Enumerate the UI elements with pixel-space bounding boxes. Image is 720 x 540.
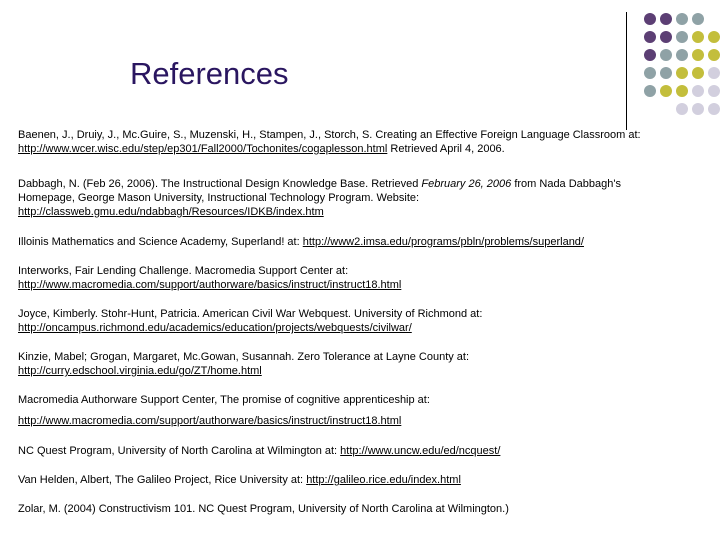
reference-link[interactable]: http://oncampus.richmond.edu/academics/e… xyxy=(18,322,412,334)
reference-text: NC Quest Program, University of North Ca… xyxy=(18,445,338,457)
decorative-dot xyxy=(692,31,704,43)
vertical-divider xyxy=(626,12,627,130)
reference-item: Dabbagh, N. (Feb 26, 2006). The Instruct… xyxy=(18,177,621,219)
reference-item: Van Helden, Albert, The Galileo Project,… xyxy=(18,473,461,487)
decorative-dot xyxy=(660,13,672,25)
decorative-dot xyxy=(660,85,672,97)
reference-item: Zolar, M. (2004) Constructivism 101. NC … xyxy=(18,502,509,516)
decorative-dot xyxy=(692,13,704,25)
reference-item-link-line: http://www.macromedia.com/support/author… xyxy=(18,414,401,428)
decorative-dot xyxy=(660,49,672,61)
decorative-dot xyxy=(708,31,720,43)
reference-text: Dabbagh, N. (Feb 26, 2006). The Instruct… xyxy=(18,178,422,190)
reference-item: NC Quest Program, University of North Ca… xyxy=(18,444,500,458)
decorative-dot xyxy=(644,31,656,43)
reference-date: February 26, 2006 xyxy=(421,178,512,190)
decorative-dot xyxy=(708,49,720,61)
reference-link[interactable]: http://www.wcer.wisc.edu/step/ep301/Fall… xyxy=(18,143,387,155)
reference-item: Kinzie, Mabel; Grogan, Margaret, Mc.Gowa… xyxy=(18,350,469,378)
decorative-dot xyxy=(676,13,688,25)
decorative-dot xyxy=(708,85,720,97)
decorative-dot xyxy=(692,49,704,61)
page-title: References xyxy=(130,56,289,91)
reference-item: Baenen, J., Druiy, J., Mc.Guire, S., Muz… xyxy=(18,128,641,156)
reference-link[interactable]: http://curry.edschool.virginia.edu/go/ZT… xyxy=(18,365,262,377)
reference-text-after: Retrieved April 4, 2006. xyxy=(387,143,505,155)
reference-link[interactable]: http://classweb.gmu.edu/ndabbagh/Resourc… xyxy=(18,206,324,218)
decorative-dot xyxy=(644,85,656,97)
decorative-dot xyxy=(676,85,688,97)
reference-item: Macromedia Authorware Support Center, Th… xyxy=(18,393,430,407)
reference-item: Illoinis Mathematics and Science Academy… xyxy=(18,235,584,249)
decorative-dot xyxy=(692,85,704,97)
decorative-dot xyxy=(708,67,720,79)
reference-text: Zolar, M. (2004) Constructivism 101. NC … xyxy=(18,503,509,515)
decorative-dot xyxy=(676,67,688,79)
reference-text: Van Helden, Albert, The Galileo Project,… xyxy=(18,474,304,486)
reference-text: Baenen, J., Druiy, J., Mc.Guire, S., Muz… xyxy=(18,129,641,141)
reference-item: Interworks, Fair Lending Challenge. Macr… xyxy=(18,264,401,292)
reference-link[interactable]: http://www.macromedia.com/support/author… xyxy=(18,415,401,427)
reference-text: Joyce, Kimberly. Stohr-Hunt, Patricia. A… xyxy=(18,308,483,320)
decorative-dot xyxy=(708,103,720,115)
decorative-dot xyxy=(644,67,656,79)
decorative-dot xyxy=(692,103,704,115)
reference-item: Joyce, Kimberly. Stohr-Hunt, Patricia. A… xyxy=(18,307,482,335)
decorative-dot-grid xyxy=(644,13,720,115)
decorative-dot xyxy=(676,103,688,115)
decorative-dot xyxy=(644,49,656,61)
reference-text: Illoinis Mathematics and Science Academy… xyxy=(18,236,300,248)
reference-link[interactable]: http://www2.imsa.edu/programs/pbln/probl… xyxy=(303,236,584,248)
reference-text-line2: Homepage, George Mason University, Instr… xyxy=(18,192,420,204)
reference-text-after: from Nada Dabbagh's xyxy=(511,178,621,190)
decorative-dot xyxy=(676,49,688,61)
decorative-dot xyxy=(660,31,672,43)
decorative-dot xyxy=(644,13,656,25)
reference-link[interactable]: http://www.macromedia.com/support/author… xyxy=(18,279,401,291)
reference-text: Interworks, Fair Lending Challenge. Macr… xyxy=(18,265,349,277)
reference-link[interactable]: http://www.uncw.edu/ed/ncquest/ xyxy=(340,445,500,457)
decorative-dot xyxy=(676,31,688,43)
reference-text: Macromedia Authorware Support Center, Th… xyxy=(18,394,430,406)
reference-link[interactable]: http://galileo.rice.edu/index.html xyxy=(306,474,461,486)
decorative-dot xyxy=(660,67,672,79)
decorative-dot xyxy=(692,67,704,79)
reference-text: Kinzie, Mabel; Grogan, Margaret, Mc.Gowa… xyxy=(18,351,470,363)
